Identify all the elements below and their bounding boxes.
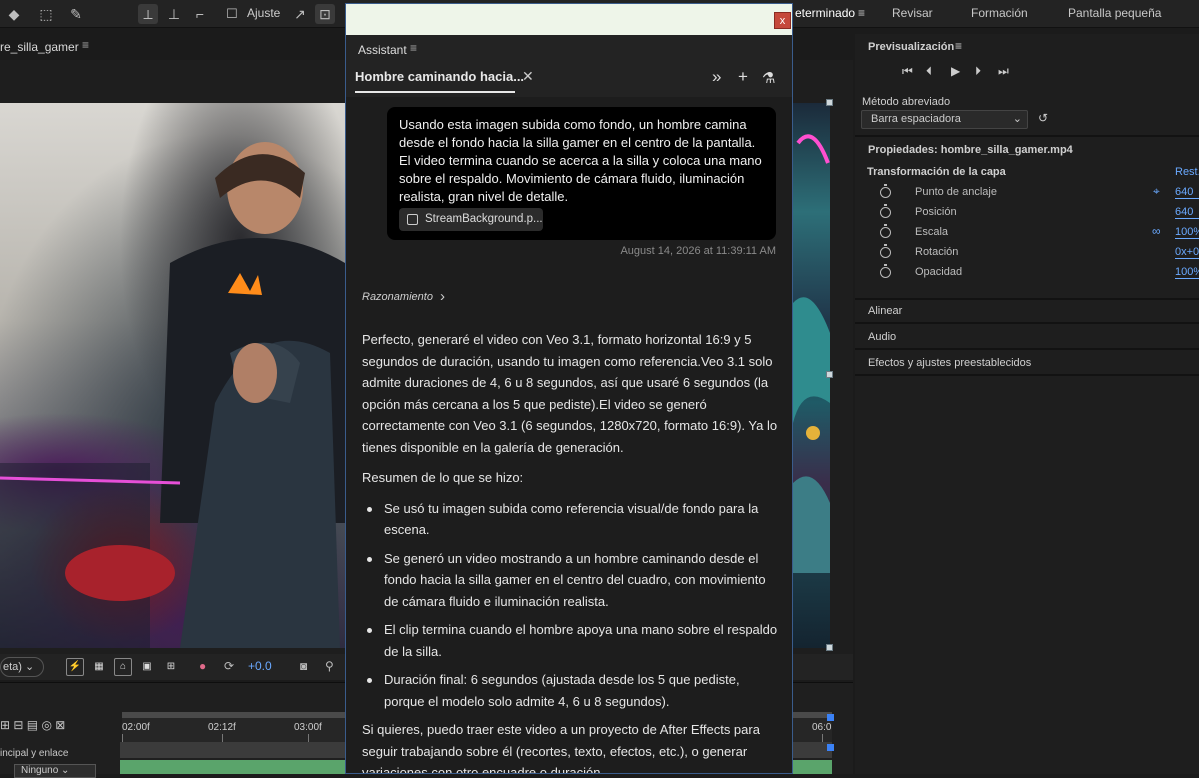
chevron-down-icon: ⌄ (1012, 113, 1022, 125)
clone-stamp-tool-icon[interactable]: ⬚ (36, 4, 56, 24)
preview-panel-title: Previsualización (868, 41, 955, 53)
list-item: Se usó tu imagen subida como referencia … (362, 498, 782, 541)
anchor-point-value[interactable]: 640 (1175, 186, 1199, 199)
list-item: El clip termina cuando el hombre apoya u… (362, 619, 782, 662)
assistant-titlebar[interactable]: x (346, 4, 792, 35)
workspace-tab-learning[interactable]: Formación (971, 6, 1028, 20)
eraser-tool-icon[interactable]: ◆ (4, 4, 24, 24)
response-bullet-list: Se usó tu imagen subida como referencia … (362, 498, 782, 713)
response-paragraph: Perfecto, generaré el video con Veo 3.1,… (362, 332, 778, 455)
snap-edge-icon[interactable]: ⊥ (164, 4, 184, 24)
reasoning-toggle[interactable]: Razonamiento › (362, 288, 445, 305)
assistant-response: Perfecto, generaré el video con Veo 3.1,… (362, 329, 782, 774)
attachment-chip[interactable]: StreamBackground.p... (399, 208, 543, 231)
position-value[interactable]: 640 (1175, 206, 1199, 219)
assistant-menu-icon[interactable]: ≡ (410, 41, 417, 55)
audio-section[interactable]: Audio (868, 331, 896, 343)
viewer-handle-top-right[interactable] (826, 99, 833, 106)
show-snapshot-icon[interactable]: ⚲ (325, 659, 334, 673)
close-button[interactable]: x (774, 12, 791, 29)
stopwatch-icon[interactable] (880, 244, 891, 258)
workspace-menu-icon[interactable]: ≡ (858, 6, 865, 20)
tick-label: 06:0 (812, 722, 832, 733)
guides-icon[interactable]: ⊞ (162, 658, 180, 676)
current-time-indicator[interactable] (827, 744, 834, 751)
effects-presets-section[interactable]: Efectos y ajustes preestablecidos (868, 357, 1031, 369)
assistant-panel-name: Assistant (358, 43, 407, 57)
previous-frame-icon[interactable]: ⏴ (926, 64, 932, 79)
transparency-grid-icon[interactable]: ▦ (90, 658, 108, 676)
color-channels-icon[interactable]: ● (199, 659, 206, 673)
beaker-icon[interactable]: ⚗ (762, 69, 775, 87)
workspace-tab-default[interactable]: eterminado (795, 6, 855, 20)
snap-corner-icon[interactable]: ⌐ (190, 4, 210, 24)
reset-shortcut-icon[interactable]: ↺ (1038, 111, 1048, 125)
anchor-point-tool-icon[interactable]: ⌖ (1153, 184, 1160, 199)
scale-value[interactable]: 100% (1175, 226, 1199, 239)
shortcut-label: Método abreviado (862, 96, 951, 108)
workspace-tab-review[interactable]: Revisar (892, 6, 933, 20)
snap-arrow-icon[interactable]: ↗ (290, 4, 310, 24)
assistant-header: Assistant ≡ Hombre caminando hacia... ✕ … (346, 35, 792, 97)
preview-menu-icon[interactable]: ≡ (955, 39, 962, 53)
response-paragraph: Si quieres, puedo traer este video a un … (362, 722, 760, 774)
response-summary-heading: Resumen de lo que se hizo: (362, 470, 524, 485)
chevron-right-icon: › (440, 288, 445, 305)
conversation-tab[interactable]: Hombre caminando hacia... (355, 69, 524, 84)
composition-menu-icon[interactable]: ≡ (82, 38, 89, 52)
rotation-value[interactable]: 0x+0 (1175, 246, 1199, 259)
ajuste-label: Ajuste (247, 6, 281, 20)
resolution-dropdown[interactable]: eta) ⌄ (0, 657, 44, 677)
snap-option-icon[interactable]: ⟂ (138, 4, 158, 24)
last-frame-icon[interactable]: ⏭ (998, 64, 1009, 79)
mask-visibility-icon[interactable]: ⌂ (114, 658, 132, 676)
reset-link[interactable]: Rest. (1175, 166, 1199, 178)
viewer-handle-right[interactable] (826, 371, 833, 378)
properties-title: Propiedades: hombre_silla_gamer.mp4 (868, 144, 1073, 156)
snap-target-icon[interactable]: ⊡ (315, 4, 335, 24)
stopwatch-icon[interactable] (880, 204, 891, 218)
composition-viewer-right-edge (793, 103, 830, 648)
play-icon[interactable]: ▶ (951, 64, 960, 78)
assistant-window: x Assistant ≡ Hombre caminando hacia... … (345, 3, 793, 774)
timeline-tools-icons[interactable]: ⊞ ⊟ ▤ ◎ ⊠ (0, 718, 65, 732)
list-item: Duración final: 6 segundos (ajustada des… (362, 669, 782, 712)
close-tab-icon[interactable]: ✕ (522, 68, 534, 85)
constrain-proportions-link-icon[interactable]: ∞ (1152, 224, 1161, 238)
composition-tab-label: re_silla_gamer (0, 40, 79, 54)
tick-label: 02:12f (208, 722, 236, 733)
ajuste-checkbox[interactable]: ☐ (222, 4, 242, 24)
user-message-text: Usando esta imagen subida como fondo, un… (399, 117, 762, 204)
layer-transform-label[interactable]: Transformación de la capa (867, 166, 1006, 178)
fast-preview-icon[interactable]: ⚡ (66, 658, 84, 676)
list-item: Se generó un video mostrando a un hombre… (362, 548, 782, 613)
user-message-bubble: Usando esta imagen subida como fondo, un… (387, 107, 776, 240)
composition-tab[interactable]: re_silla_gamer ≡ (0, 34, 345, 60)
workspace-tab-small-screen[interactable]: Pantalla pequeña (1068, 6, 1161, 20)
next-frame-icon[interactable]: ⏵ (975, 64, 981, 79)
new-chat-icon[interactable]: + (738, 67, 748, 87)
stopwatch-icon[interactable] (880, 264, 891, 278)
region-of-interest-icon[interactable]: ▣ (138, 658, 156, 676)
stopwatch-icon[interactable] (880, 224, 891, 238)
shortcut-dropdown[interactable]: Barra espaciadora ⌄ (861, 110, 1028, 129)
exposure-value[interactable]: +0.0 (248, 659, 272, 673)
first-frame-icon[interactable]: ⏮ (902, 64, 913, 79)
parent-link-header: incipal y enlace (0, 748, 69, 759)
snapshot-icon[interactable]: ◙ (300, 659, 307, 673)
align-section[interactable]: Alinear (868, 305, 902, 317)
puppet-pin-tool-icon[interactable]: ✎ (66, 4, 86, 24)
opacity-value[interactable]: 100% (1175, 266, 1199, 279)
work-area-end-handle[interactable] (827, 714, 834, 721)
stopwatch-icon[interactable] (880, 184, 891, 198)
tick-label: 03:00f (294, 722, 322, 733)
right-panels: Previsualización ≡ ⏮ ⏴ ▶ ⏵ ⏭ Método abre… (855, 34, 1199, 774)
image-file-icon (407, 214, 418, 225)
parent-dropdown[interactable]: Ninguno ⌄ (14, 764, 96, 778)
color-management-icon[interactable]: ⟳ (224, 659, 234, 673)
expand-panel-icon[interactable]: » (712, 67, 721, 87)
message-timestamp: August 14, 2026 at 11:39:11 AM (620, 245, 776, 257)
tick-label: 02:00f (122, 722, 150, 733)
viewer-handle-bottom-right[interactable] (826, 644, 833, 651)
